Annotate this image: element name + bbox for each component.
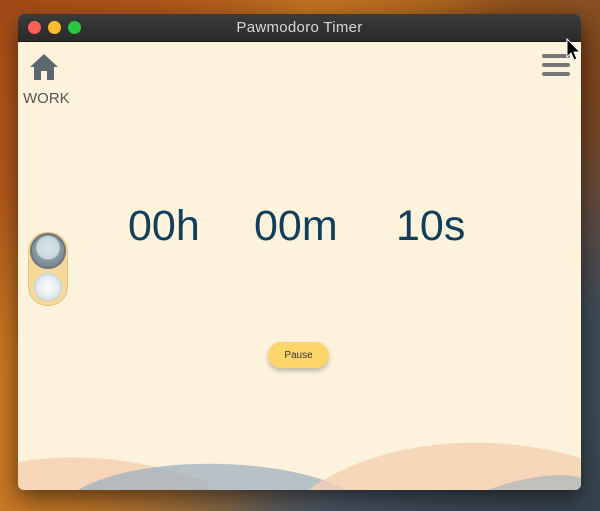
main-content: WORK 00h 00m 10s Pause [18,42,581,490]
timer-seconds: 10s [396,202,466,250]
app-window: Pawmodoro Timer WORK 00h 00m 10s Pause [18,14,581,490]
mouse-cursor-icon [566,38,582,61]
title-bar[interactable]: Pawmodoro Timer [18,14,581,42]
window-title: Pawmodoro Timer [236,19,363,36]
timer-minutes: 00m [254,202,338,250]
toggle-option-icon[interactable] [34,273,62,301]
timer-display: 00h 00m 10s [18,202,581,262]
home-icon[interactable] [28,52,60,82]
mode-label: WORK [23,90,70,107]
timer-hours: 00h [128,202,200,250]
decorative-waves [18,442,581,490]
pause-button[interactable]: Pause [268,342,329,368]
